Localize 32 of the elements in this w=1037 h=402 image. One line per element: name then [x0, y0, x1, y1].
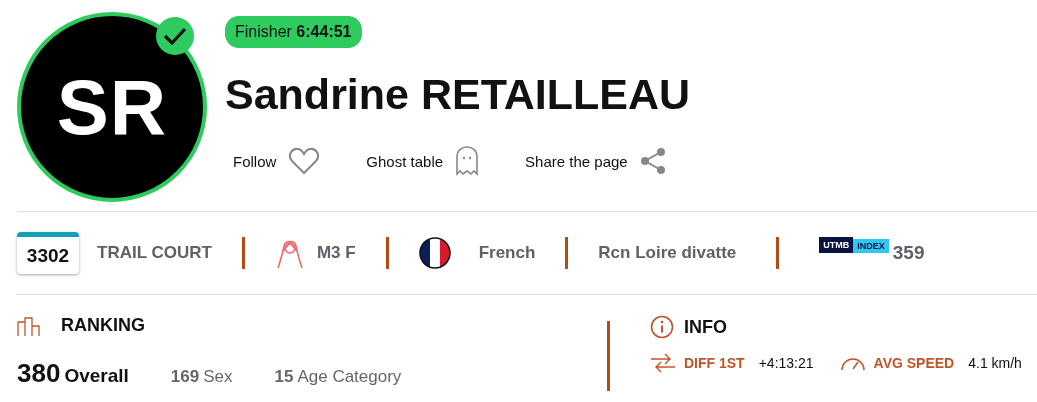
heart-icon	[288, 147, 321, 175]
rank-value: 15	[274, 367, 294, 387]
info-value: 4.1 km/h	[968, 355, 1022, 371]
club-name: Rcn Loire divatte	[598, 243, 737, 263]
rank-label: Age Category	[297, 367, 402, 387]
race-name: TRAIL COURT	[97, 243, 212, 263]
arrows-icon	[650, 353, 676, 373]
info-label: DIFF 1ST	[684, 355, 745, 371]
action-button[interactable]: Share the page	[517, 147, 674, 175]
share-icon	[639, 147, 666, 175]
finisher-badge: Finisher 6:44:51	[225, 16, 362, 48]
avatar: SR	[17, 12, 207, 202]
info-value: +4:13:21	[758, 355, 814, 371]
info-icon	[650, 315, 674, 339]
rank-value: 169	[170, 367, 200, 387]
index-logo: UTMB INDEX	[819, 237, 889, 253]
action-button[interactable]: Ghost table	[358, 146, 488, 176]
section-title: RANKING	[61, 315, 145, 336]
rank-label: Overall	[64, 365, 129, 387]
section-title: INFO	[684, 316, 727, 338]
gauge-icon	[839, 355, 866, 371]
athlete-name: Sandrine RETAILLEAU	[225, 69, 691, 120]
bib-number: 3302	[17, 232, 79, 274]
rank-label: Sex	[203, 367, 233, 387]
category-label: M3 F	[316, 243, 356, 263]
nationality-label: French	[478, 243, 536, 263]
flag-icon	[418, 237, 451, 269]
rank-value: 380	[17, 358, 61, 389]
info-label: AVG SPEED	[873, 355, 955, 371]
index-score: 359	[892, 242, 925, 264]
ghost-icon	[455, 146, 480, 176]
action-button[interactable]: Follow	[225, 147, 329, 175]
